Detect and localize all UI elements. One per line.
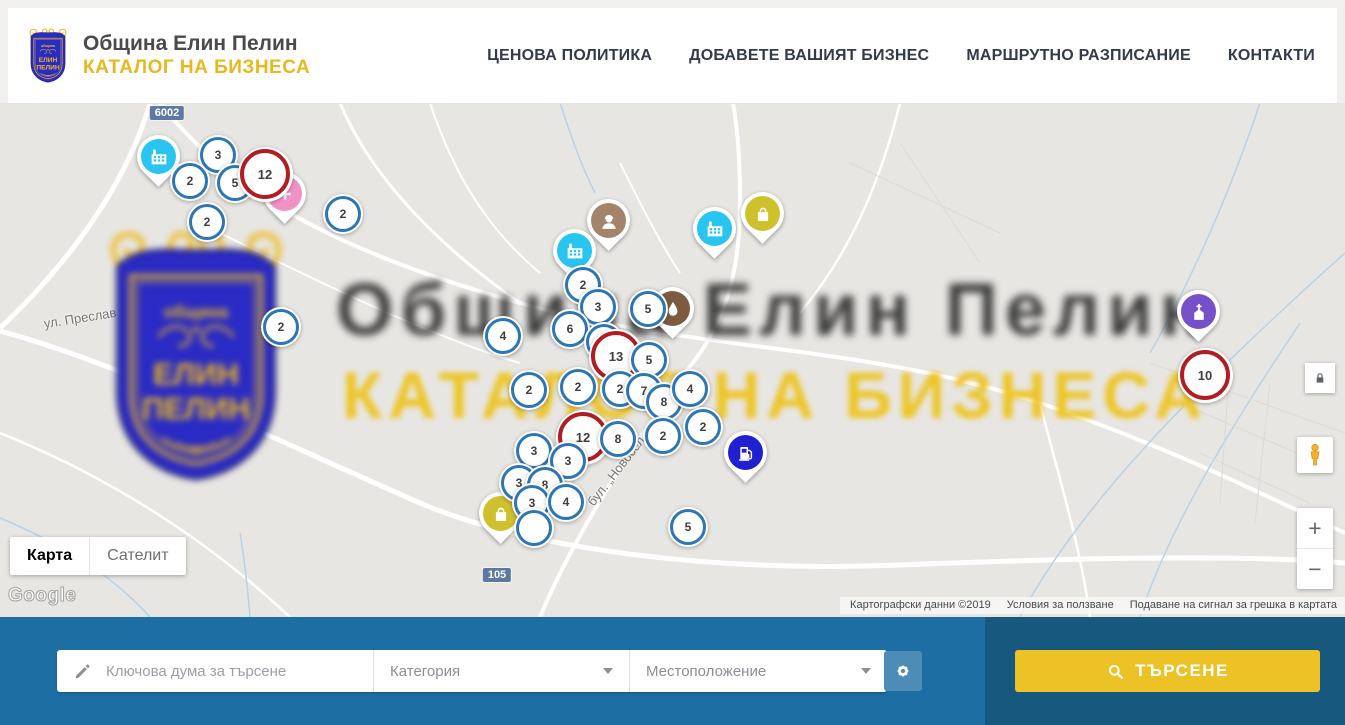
cluster-marker[interactable]: 5 (628, 289, 668, 329)
factory-icon (697, 211, 732, 246)
map-attribution: Картографски данни ©2019 Условия за полз… (840, 597, 1345, 614)
zoom-control: + − (1297, 508, 1333, 589)
cluster-marker[interactable]: 10 (1178, 348, 1233, 403)
cluster-marker[interactable]: 8 (598, 419, 638, 459)
cluster-marker[interactable]: 12 (238, 147, 293, 202)
keyword-field[interactable] (57, 650, 373, 692)
location-dropdown-value: Местоположение (646, 663, 766, 680)
worker-icon (591, 203, 626, 238)
factory-icon (557, 233, 592, 268)
cluster-count: 2 (189, 204, 225, 240)
fuel-pin-marker[interactable] (715, 422, 776, 483)
search-button[interactable]: ТЪРСЕНЕ (1015, 650, 1320, 692)
gear-icon (893, 661, 913, 681)
search-bar: Категория Местоположение ТЪРСЕНЕ (0, 617, 1345, 725)
cluster-marker[interactable]: 2 (643, 416, 683, 456)
factory-icon (141, 139, 176, 174)
cluster-marker[interactable]: 2 (261, 307, 301, 347)
site-logo[interactable]: община ЕЛИН ПЕЛИН Община Елин Пелин КАТА… (24, 25, 310, 87)
fuel-icon (728, 435, 763, 470)
cluster-count: 2 (263, 309, 299, 345)
map-type-control: Карта Сателит (10, 537, 186, 575)
cluster-marker[interactable]: 2 (323, 194, 363, 234)
cluster-count: 2 (325, 196, 361, 232)
cluster-count: 2 (172, 163, 208, 199)
google-logo[interactable]: Google (8, 585, 76, 607)
factory-pin-marker[interactable] (684, 198, 745, 259)
search-button-label: ТЪРСЕНЕ (1135, 661, 1229, 681)
chevron-down-icon (861, 668, 871, 674)
street-view-pegman[interactable] (1297, 437, 1333, 473)
nav-item-route-schedule[interactable]: МАРШРУТНО РАЗПИСАНИЕ (966, 47, 1191, 65)
category-dropdown-value: Категория (390, 663, 460, 680)
zoom-in-button[interactable]: + (1297, 508, 1333, 548)
cluster-count: 2 (685, 409, 721, 445)
cluster-count: 6 (552, 311, 588, 347)
municipality-crest-icon: община ЕЛИН ПЕЛИН (24, 25, 72, 87)
bag-pin-marker[interactable] (732, 183, 793, 244)
cluster-count (516, 510, 552, 546)
keyword-search-input[interactable] (104, 662, 348, 681)
cluster-marker[interactable]: 5 (668, 507, 708, 547)
location-dropdown[interactable]: Местоположение (629, 650, 887, 692)
cluster-count: 8 (600, 421, 636, 457)
cluster-marker[interactable]: 2 (683, 407, 723, 447)
cluster-count: 5 (670, 509, 706, 545)
cluster-marker[interactable] (514, 508, 554, 548)
cluster-marker[interactable]: 2 (509, 370, 549, 410)
svg-text:община: община (41, 44, 56, 48)
site-title: Община Елин Пелин (83, 31, 310, 57)
bag-icon (745, 196, 780, 231)
cluster-marker[interactable]: 2 (558, 367, 598, 407)
cluster-marker[interactable]: 2 (187, 202, 227, 242)
church-pin-marker[interactable] (1168, 281, 1229, 342)
svg-text:ПЕЛИН: ПЕЛИН (36, 64, 60, 71)
attribution-report-link[interactable]: Подаване на сигнал за грешка в картата (1130, 599, 1337, 611)
attribution-copyright: Картографски данни ©2019 (850, 599, 991, 611)
pegman-icon (1302, 442, 1328, 468)
google-map[interactable]: 6002105ул. Преславбул. „Новосел община Е… (0, 103, 1345, 617)
chevron-down-icon (603, 668, 613, 674)
advanced-settings-button[interactable] (884, 651, 922, 691)
map-markers: 3251222223564713522278422128333834510 (0, 103, 1345, 617)
map-type-satellite-button[interactable]: Сателит (89, 537, 185, 575)
church-icon (1181, 294, 1216, 329)
cluster-marker[interactable]: 4 (483, 316, 523, 356)
cluster-count: 10 (1180, 350, 1230, 400)
cluster-count: 2 (511, 372, 547, 408)
cluster-count: 2 (560, 369, 596, 405)
search-form: Категория Местоположение (57, 650, 887, 692)
zoom-out-button[interactable]: − (1297, 548, 1333, 589)
pencil-icon (73, 662, 92, 681)
map-type-map-button[interactable]: Карта (10, 537, 89, 575)
site-header: община ЕЛИН ПЕЛИН Община Елин Пелин КАТА… (8, 8, 1337, 104)
category-dropdown[interactable]: Категория (373, 650, 629, 692)
cluster-count: 12 (240, 149, 290, 199)
cluster-marker[interactable]: 4 (670, 369, 710, 409)
nav-item-pricing[interactable]: ЦЕНОВА ПОЛИТИКА (487, 47, 652, 65)
cluster-count: 5 (630, 291, 666, 327)
cluster-count: 2 (645, 418, 681, 454)
site-subtitle: КАТАЛОГ НА БИЗНЕСА (83, 57, 310, 80)
nav-item-add-business[interactable]: ДОБАВЕТЕ ВАШИЯТ БИЗНЕС (689, 47, 929, 65)
cluster-count: 4 (672, 371, 708, 407)
cluster-count: 4 (548, 484, 584, 520)
svg-text:ЕЛИН: ЕЛИН (39, 56, 58, 63)
cluster-count: 4 (485, 318, 521, 354)
cluster-marker[interactable]: 2 (170, 161, 210, 201)
attribution-terms-link[interactable]: Условия за ползване (1007, 599, 1114, 611)
lock-control[interactable] (1305, 363, 1335, 393)
search-icon (1106, 662, 1125, 681)
nav-item-contacts[interactable]: КОНТАКТИ (1228, 47, 1315, 65)
main-navigation: ЦЕНОВА ПОЛИТИКА ДОБАВЕТЕ ВАШИЯТ БИЗНЕС М… (487, 47, 1315, 65)
lock-icon (1312, 370, 1328, 386)
cluster-marker[interactable]: 4 (546, 482, 586, 522)
